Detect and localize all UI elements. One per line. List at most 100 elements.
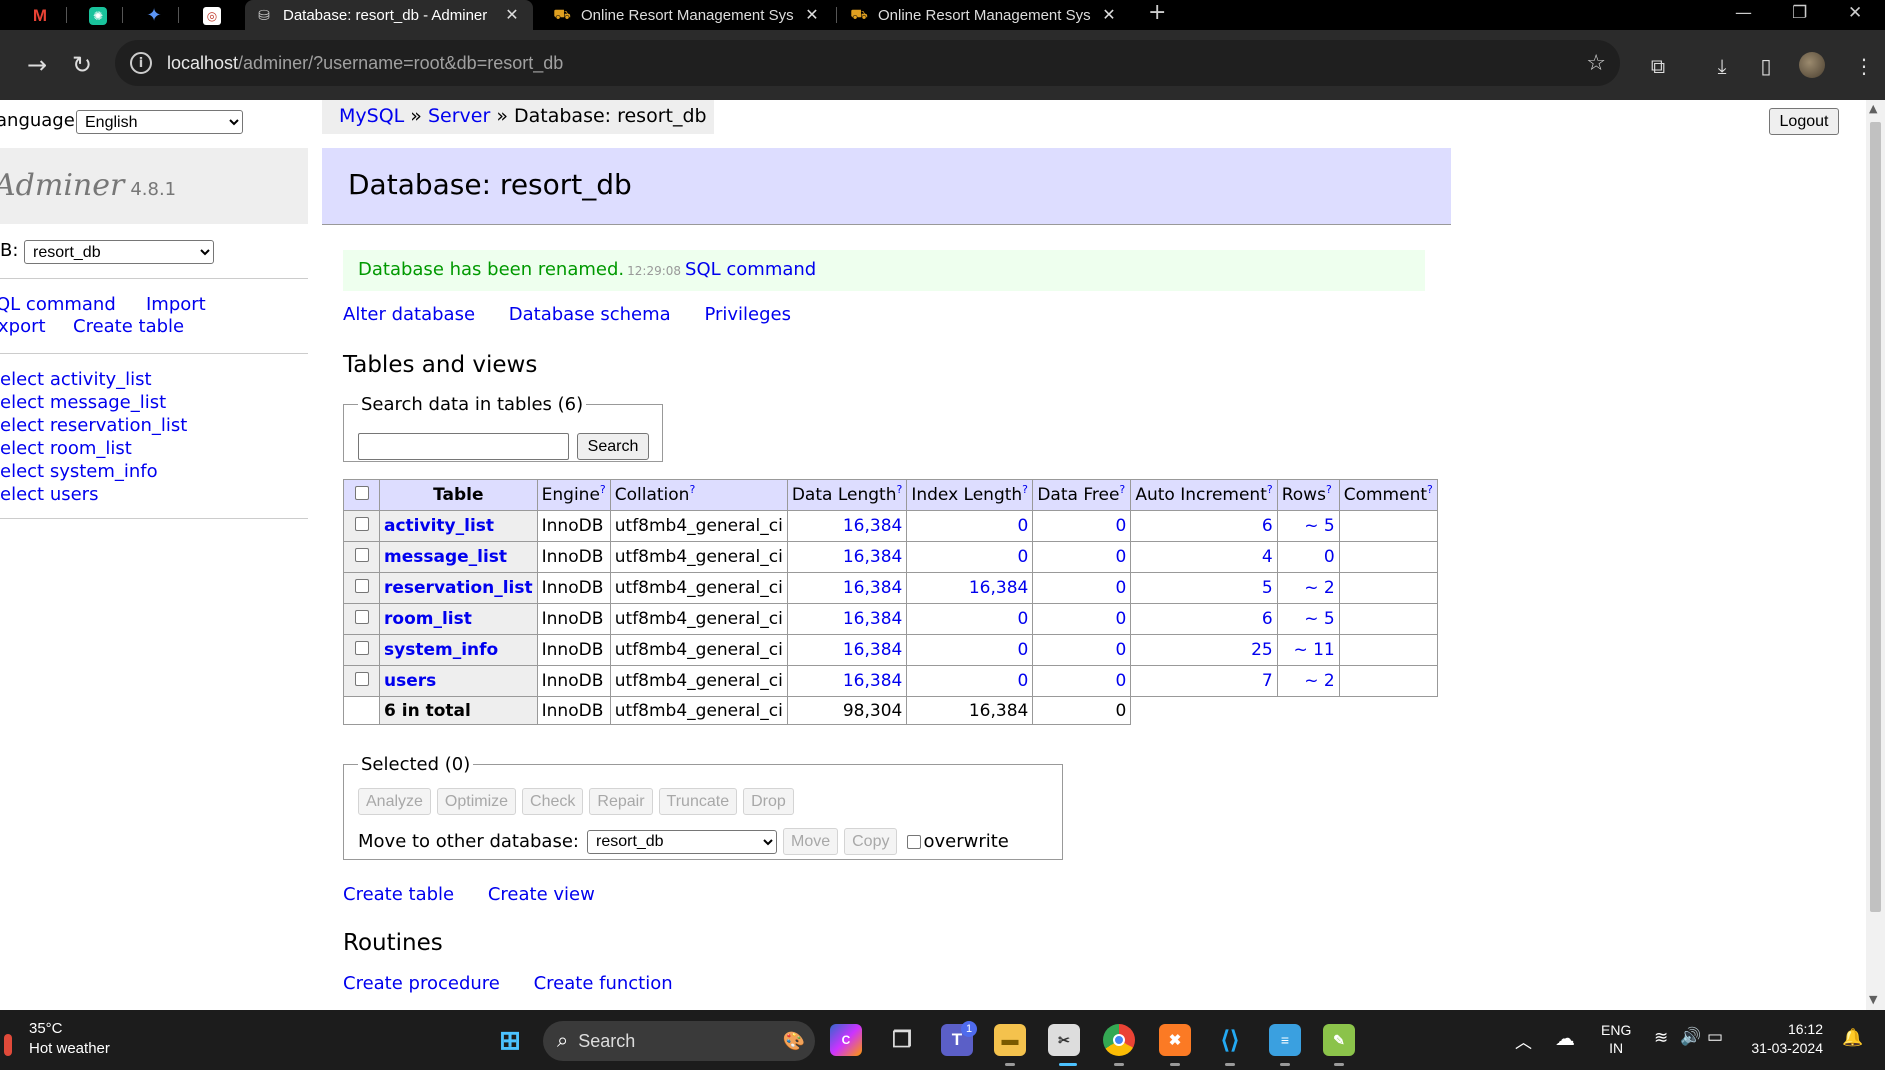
row-checkbox[interactable] bbox=[354, 548, 369, 562]
extensions-icon[interactable]: ⧉ bbox=[1640, 48, 1676, 84]
table-name-link[interactable]: message_list bbox=[384, 547, 507, 567]
privileges-link[interactable]: Privileges bbox=[704, 304, 791, 325]
help-link[interactable]: ? bbox=[1119, 483, 1125, 496]
move-db-select[interactable]: resort_db bbox=[586, 829, 777, 854]
notification-bell-icon[interactable]: 🔔 bbox=[1842, 1028, 1863, 1048]
index-length-link[interactable]: 0 bbox=[906, 510, 1034, 542]
create-table-link[interactable]: Create table bbox=[343, 884, 454, 905]
rows-link[interactable]: 0 bbox=[1276, 541, 1340, 573]
row-checkbox[interactable] bbox=[354, 672, 369, 686]
create-function-link[interactable]: Create function bbox=[534, 973, 673, 994]
select-message-list-link[interactable]: elect message_list bbox=[0, 391, 187, 414]
help-link[interactable]: ? bbox=[689, 483, 695, 496]
close-window-icon[interactable]: ✕ bbox=[1848, 3, 1862, 23]
import-link[interactable]: Import bbox=[146, 294, 206, 316]
data-length-link[interactable]: 16,384 bbox=[786, 603, 908, 635]
auto-increment-link[interactable]: 4 bbox=[1130, 541, 1278, 573]
rows-link[interactable]: ~ 2 bbox=[1276, 665, 1340, 697]
row-checkbox[interactable] bbox=[354, 641, 369, 655]
close-tab-icon[interactable]: ✕ bbox=[1100, 5, 1118, 25]
create-table-link[interactable]: Create table bbox=[73, 316, 184, 338]
truncate-button[interactable]: Truncate bbox=[658, 788, 738, 815]
index-length-link[interactable]: 0 bbox=[906, 634, 1034, 666]
new-tab-button[interactable]: + bbox=[1148, 0, 1166, 25]
data-length-link[interactable]: 16,384 bbox=[786, 634, 908, 666]
overwrite-checkbox[interactable] bbox=[907, 834, 922, 849]
restore-icon[interactable]: ❐ bbox=[1792, 3, 1807, 23]
auto-increment-link[interactable]: 6 bbox=[1130, 510, 1278, 542]
brand-name[interactable]: Adminer bbox=[0, 168, 124, 203]
help-link[interactable]: ? bbox=[1427, 483, 1433, 496]
select-all-checkbox[interactable] bbox=[354, 486, 369, 500]
rows-link[interactable]: ~ 11 bbox=[1276, 634, 1340, 666]
index-length-link[interactable]: 16,384 bbox=[906, 572, 1034, 604]
site-info-icon[interactable]: i bbox=[130, 52, 152, 74]
page-scrollbar[interactable]: ▲ ▼ bbox=[1866, 100, 1885, 1010]
clock[interactable]: 16:12 31-03-2024 bbox=[1747, 1021, 1823, 1056]
select-room-list-link[interactable]: elect room_list bbox=[0, 437, 187, 460]
auto-increment-link[interactable]: 25 bbox=[1130, 634, 1278, 666]
pinned-tab-chatgpt[interactable]: ✺ bbox=[80, 3, 116, 28]
tab-resort-1[interactable]: ⛟ Online Resort Management Sys ✕ bbox=[543, 0, 833, 30]
data-length-link[interactable]: 16,384 bbox=[786, 541, 908, 573]
breadcrumb-mysql-link[interactable]: MySQL bbox=[339, 105, 404, 127]
select-system-info-link[interactable]: elect system_info bbox=[0, 460, 187, 483]
search-button[interactable]: Search bbox=[577, 433, 649, 460]
address-bar[interactable]: i localhost/adminer/?username=root&db=re… bbox=[115, 40, 1620, 86]
windows-start-icon[interactable]: ⊞ bbox=[494, 1024, 526, 1056]
move-button[interactable]: Move bbox=[782, 828, 839, 855]
scroll-up-icon[interactable]: ▲ bbox=[1869, 102, 1877, 115]
tab-adminer[interactable]: ⛁ Database: resort_db - Adminer ✕ bbox=[245, 0, 533, 30]
rows-link[interactable]: ~ 5 bbox=[1276, 510, 1340, 542]
breadcrumb-server-link[interactable]: Server bbox=[428, 105, 490, 127]
taskbar-search[interactable]: ⌕ Search 🎨 bbox=[543, 1021, 815, 1061]
data-free-link[interactable]: 0 bbox=[1032, 634, 1132, 666]
language-select[interactable]: English bbox=[76, 110, 243, 134]
auto-increment-link[interactable]: 7 bbox=[1130, 665, 1278, 697]
minimize-icon[interactable]: — bbox=[1735, 3, 1752, 23]
xampp-icon[interactable]: ✖ bbox=[1159, 1024, 1191, 1056]
volume-icon[interactable]: 🔊 bbox=[1680, 1027, 1701, 1047]
table-name-link[interactable]: system_info bbox=[384, 640, 498, 660]
help-link[interactable]: ? bbox=[1022, 483, 1028, 496]
export-link[interactable]: xport bbox=[0, 316, 46, 338]
forward-icon[interactable]: → bbox=[18, 46, 56, 84]
copy-button[interactable]: Copy bbox=[844, 828, 898, 855]
index-length-link[interactable]: 0 bbox=[906, 541, 1034, 573]
pinned-tab-pocket[interactable]: ◎ bbox=[194, 3, 230, 28]
data-free-link[interactable]: 0 bbox=[1032, 665, 1132, 697]
alter-database-link[interactable]: Alter database bbox=[343, 304, 475, 325]
pinned-tab-gemini[interactable]: ✦ bbox=[136, 3, 172, 28]
create-view-link[interactable]: Create view bbox=[488, 884, 595, 905]
url-text[interactable]: localhost/adminer/?username=root&db=reso… bbox=[167, 53, 563, 74]
table-name-link[interactable]: room_list bbox=[384, 609, 472, 629]
select-activity-list-link[interactable]: elect activity_list bbox=[0, 368, 187, 391]
data-length-link[interactable]: 16,384 bbox=[786, 572, 908, 604]
tab-resort-2[interactable]: ⛟ Online Resort Management Sys ✕ bbox=[840, 0, 1130, 30]
data-free-link[interactable]: 0 bbox=[1032, 510, 1132, 542]
database-schema-link[interactable]: Database schema bbox=[509, 304, 671, 325]
create-procedure-link[interactable]: Create procedure bbox=[343, 973, 500, 994]
notepad-icon[interactable]: ≡ bbox=[1269, 1024, 1301, 1056]
help-link[interactable]: ? bbox=[600, 483, 606, 496]
search-input[interactable] bbox=[358, 433, 569, 460]
paint-icon[interactable]: ✎ bbox=[1323, 1024, 1355, 1056]
battery-icon[interactable]: ▭ bbox=[1707, 1027, 1723, 1047]
table-name-link[interactable]: reservation_list bbox=[384, 578, 533, 598]
data-free-link[interactable]: 0 bbox=[1032, 541, 1132, 573]
sql-command-link[interactable]: QL command bbox=[0, 294, 116, 316]
analyze-button[interactable]: Analyze bbox=[358, 788, 431, 815]
copilot-icon[interactable]: C bbox=[830, 1024, 862, 1056]
check-button[interactable]: Check bbox=[522, 788, 584, 815]
data-free-link[interactable]: 0 bbox=[1032, 572, 1132, 604]
message-sql-command-link[interactable]: SQL command bbox=[685, 259, 816, 280]
bookmark-star-icon[interactable]: ☆ bbox=[1586, 51, 1606, 76]
table-name-link[interactable]: activity_list bbox=[384, 516, 494, 536]
file-explorer-icon[interactable]: ▬ bbox=[994, 1024, 1026, 1056]
data-length-link[interactable]: 16,384 bbox=[786, 510, 908, 542]
scroll-down-icon[interactable]: ▼ bbox=[1869, 993, 1877, 1006]
select-users-link[interactable]: elect users bbox=[0, 483, 187, 506]
tray-chevron-icon[interactable]: ︿ bbox=[1515, 1028, 1532, 1053]
help-link[interactable]: ? bbox=[896, 483, 902, 496]
auto-increment-link[interactable]: 5 bbox=[1130, 572, 1278, 604]
